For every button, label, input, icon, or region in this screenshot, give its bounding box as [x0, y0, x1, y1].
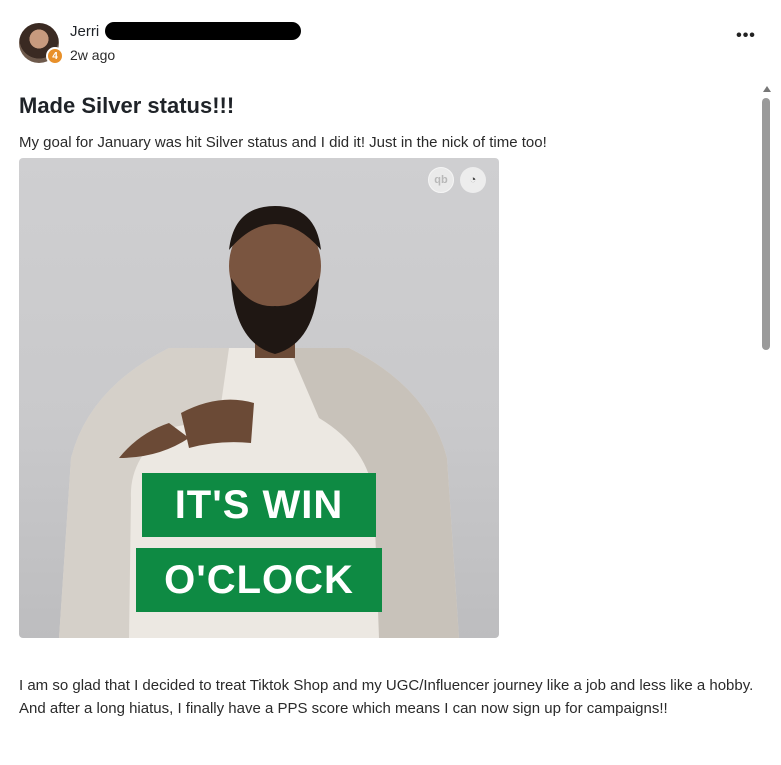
scroll-up-icon[interactable]: [763, 86, 771, 92]
more-options-button[interactable]: •••: [734, 26, 758, 46]
gif-caption-line-1: IT'S WIN: [142, 473, 376, 537]
post-intro-text: My goal for January was hit Silver statu…: [19, 134, 547, 151]
post-title: Made Silver status!!!: [19, 93, 235, 118]
redaction-bar: [105, 22, 301, 40]
post-gif[interactable]: qb ◔ IT'S WIN O'CLOCK: [19, 158, 499, 638]
scrollbar[interactable]: [760, 84, 774, 765]
post-body-text: I am so glad that I decided to treat Tik…: [19, 677, 754, 717]
author-name[interactable]: Jerri: [70, 23, 99, 40]
gif-caption-line-2: O'CLOCK: [136, 548, 382, 612]
qb-icon: qb: [428, 167, 454, 193]
mailchimp-icon: ◔: [460, 167, 486, 193]
scroll-thumb[interactable]: [762, 98, 770, 350]
level-badge: 4: [46, 47, 64, 65]
post-timestamp[interactable]: 2w ago: [70, 47, 115, 63]
post-header: 4 Jerri 2w ago •••: [19, 20, 759, 70]
